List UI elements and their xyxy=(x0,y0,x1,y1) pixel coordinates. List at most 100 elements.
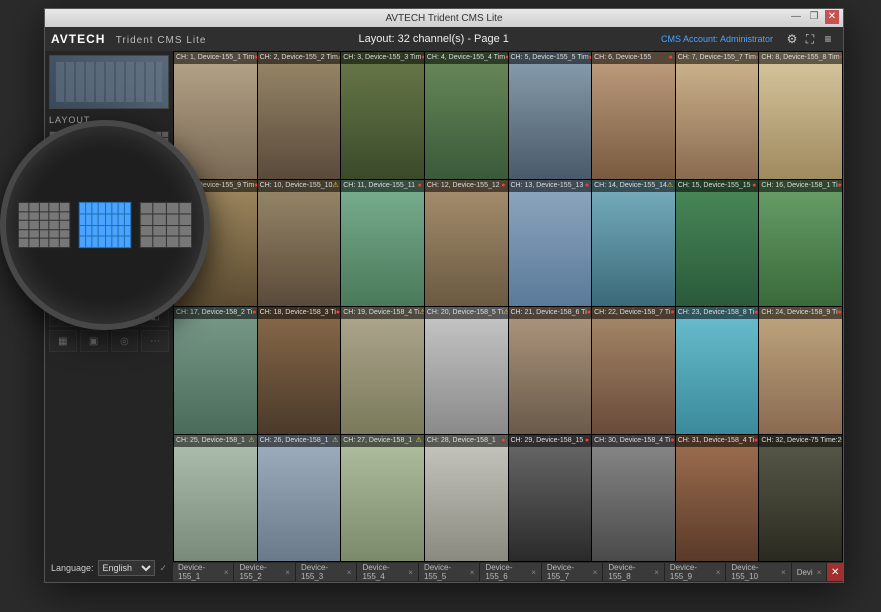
menu-icon[interactable]: ≡ xyxy=(819,30,837,48)
channel-grid: CH: 1, Device-155_1 Tim●CH: 2, Device-15… xyxy=(173,51,843,562)
channel-label: CH: 29, Device-158_15● xyxy=(509,435,592,447)
toolbar: AVTECH Trident CMS Lite Layout: 32 chann… xyxy=(45,27,843,51)
channel-cell[interactable]: CH: 6, Device-155● xyxy=(592,52,675,179)
channel-cell[interactable]: CH: 3, Device-155_3 Tim● xyxy=(341,52,424,179)
device-tab[interactable]: Device-155_10× xyxy=(726,563,791,581)
record-icon: ● xyxy=(501,435,505,447)
record-icon: ● xyxy=(505,52,507,64)
device-tab[interactable]: Devi× xyxy=(792,563,828,581)
device-tab[interactable]: Device-155_8× xyxy=(603,563,664,581)
language-apply-icon[interactable]: ✓ xyxy=(159,563,167,574)
tab-close-icon[interactable]: × xyxy=(817,568,822,577)
ptz-button[interactable]: ▣ xyxy=(80,330,108,352)
channel-thumbnail xyxy=(676,435,759,562)
tab-close-icon[interactable]: × xyxy=(654,568,659,577)
channel-cell[interactable]: CH: 4, Device-155_4 Tim● xyxy=(425,52,508,179)
preview-thumbnail[interactable] xyxy=(49,55,169,109)
minimize-button[interactable]: — xyxy=(789,10,803,24)
channel-cell[interactable]: CH: 8, Device-155_8 Tim● xyxy=(759,52,842,179)
settings-icon[interactable]: ⚙ xyxy=(783,30,801,48)
ptz-button[interactable]: ⋯ xyxy=(141,330,169,352)
channel-cell[interactable]: CH: 22, Device-158_7 Ti● xyxy=(592,307,675,434)
channel-cell[interactable]: CH: 11, Device-155_11● xyxy=(341,180,424,307)
channel-cell[interactable]: CH: 26, Device-158_1⚠ xyxy=(258,435,341,562)
channel-thumbnail xyxy=(592,307,675,434)
tab-close-icon[interactable]: × xyxy=(285,568,290,577)
channel-label: CH: 19, Device-158_4 Ti⚠ xyxy=(341,307,424,319)
device-tab[interactable]: Device-155_2× xyxy=(234,563,295,581)
ptz-button[interactable]: ▦ xyxy=(49,330,77,352)
channel-cell[interactable]: CH: 16, Device-158_1 Ti● xyxy=(759,180,842,307)
ptz-button[interactable]: ◎ xyxy=(111,330,139,352)
channel-thumbnail xyxy=(759,307,842,434)
motion-icon: ⚠ xyxy=(503,307,507,319)
channel-cell[interactable]: CH: 32, Device-75 Time:20● xyxy=(759,435,842,562)
channel-thumbnail xyxy=(174,435,257,562)
channel-label: CH: 28, Device-158_1● xyxy=(425,435,508,447)
channel-thumbnail xyxy=(258,307,341,434)
channel-cell[interactable]: CH: 30, Device-158_4 Ti● xyxy=(592,435,675,562)
channel-cell[interactable]: CH: 19, Device-158_4 Ti⚠ xyxy=(341,307,424,434)
channel-cell[interactable]: CH: 17, Device-158_2 Ti● xyxy=(174,307,257,434)
tab-close-icon[interactable]: × xyxy=(593,568,598,577)
motion-icon: ⚠ xyxy=(332,180,338,192)
device-tab[interactable]: Device-155_5× xyxy=(419,563,480,581)
channel-thumbnail xyxy=(341,435,424,562)
tab-close-icon[interactable]: × xyxy=(716,568,721,577)
channel-cell[interactable]: CH: 28, Device-158_1● xyxy=(425,435,508,562)
tab-close-icon[interactable]: × xyxy=(470,568,475,577)
layout-option-25[interactable] xyxy=(18,202,71,248)
channel-cell[interactable]: CH: 10, Device-155_10⚠ xyxy=(258,180,341,307)
motion-icon: ⚠ xyxy=(332,435,338,447)
tab-close-icon[interactable]: × xyxy=(781,568,786,577)
record-icon: ● xyxy=(336,307,340,319)
channel-cell[interactable]: CH: 20, Device-158_5 Ti⚠ xyxy=(425,307,508,434)
motion-icon: ⚠ xyxy=(248,435,254,447)
channel-cell[interactable]: CH: 24, Device-158_9 Ti● xyxy=(759,307,842,434)
channel-cell[interactable]: CH: 14, Device-155_14⚠ xyxy=(592,180,675,307)
channel-label: CH: 10, Device-155_10⚠ xyxy=(258,180,341,192)
tab-close-icon[interactable]: × xyxy=(408,568,413,577)
record-icon: ● xyxy=(589,52,591,64)
maximize-button[interactable]: ❐ xyxy=(807,10,821,24)
channel-cell[interactable]: CH: 13, Device-155_13● xyxy=(509,180,592,307)
device-tab[interactable]: Device-155_9× xyxy=(665,563,726,581)
channel-label: CH: 6, Device-155● xyxy=(592,52,675,64)
channel-cell[interactable]: CH: 2, Device-155_2 Tim⚠ xyxy=(258,52,341,179)
channel-cell[interactable]: CH: 25, Device-158_1⚠ xyxy=(174,435,257,562)
tab-close-icon[interactable]: × xyxy=(347,568,352,577)
fullscreen-icon[interactable]: ⛶ xyxy=(801,30,819,48)
device-tab[interactable]: Device-155_1× xyxy=(173,563,234,581)
record-icon: ● xyxy=(585,435,589,447)
channel-thumbnail xyxy=(676,180,759,307)
device-tab[interactable]: Device-155_4× xyxy=(357,563,418,581)
channel-cell[interactable]: CH: 18, Device-158_3 Ti● xyxy=(258,307,341,434)
channel-label: CH: 13, Device-155_13● xyxy=(509,180,592,192)
device-tab[interactable]: Device-155_3× xyxy=(296,563,357,581)
channel-cell[interactable]: CH: 21, Device-158_6 Ti● xyxy=(509,307,592,434)
layout-option-32-active[interactable] xyxy=(79,202,132,248)
channel-label: CH: 27, Device-158_1⚠ xyxy=(341,435,424,447)
channel-cell[interactable]: CH: 7, Device-155_7 Tim● xyxy=(676,52,759,179)
channel-cell[interactable]: CH: 12, Device-155_12● xyxy=(425,180,508,307)
layout-option-irregular[interactable] xyxy=(140,202,193,248)
close-button[interactable]: ✕ xyxy=(825,10,839,24)
channel-cell[interactable]: CH: 27, Device-158_1⚠ xyxy=(341,435,424,562)
tab-close-icon[interactable]: × xyxy=(531,568,536,577)
device-tab[interactable]: Device-155_7× xyxy=(542,563,603,581)
channel-label: CH: 20, Device-158_5 Ti⚠ xyxy=(425,307,508,319)
channel-thumbnail xyxy=(592,435,675,562)
channel-cell[interactable]: CH: 29, Device-158_15● xyxy=(509,435,592,562)
language-select[interactable]: English xyxy=(98,560,156,576)
channel-cell[interactable]: CH: 23, Device-158_8 Ti● xyxy=(676,307,759,434)
device-tab[interactable]: Device-155_6× xyxy=(480,563,541,581)
channel-thumbnail xyxy=(509,52,592,179)
close-all-tabs-button[interactable]: ✕ xyxy=(827,563,843,581)
channel-cell[interactable]: CH: 31, Device-158_4 Ti● xyxy=(676,435,759,562)
account-link[interactable]: CMS Account: Administrator xyxy=(661,34,773,44)
record-icon: ● xyxy=(838,180,842,192)
channel-cell[interactable]: CH: 5, Device-155_5 Tim● xyxy=(509,52,592,179)
record-icon: ● xyxy=(669,52,673,64)
channel-cell[interactable]: CH: 15, Device-155_15● xyxy=(676,180,759,307)
tab-close-icon[interactable]: × xyxy=(224,568,229,577)
